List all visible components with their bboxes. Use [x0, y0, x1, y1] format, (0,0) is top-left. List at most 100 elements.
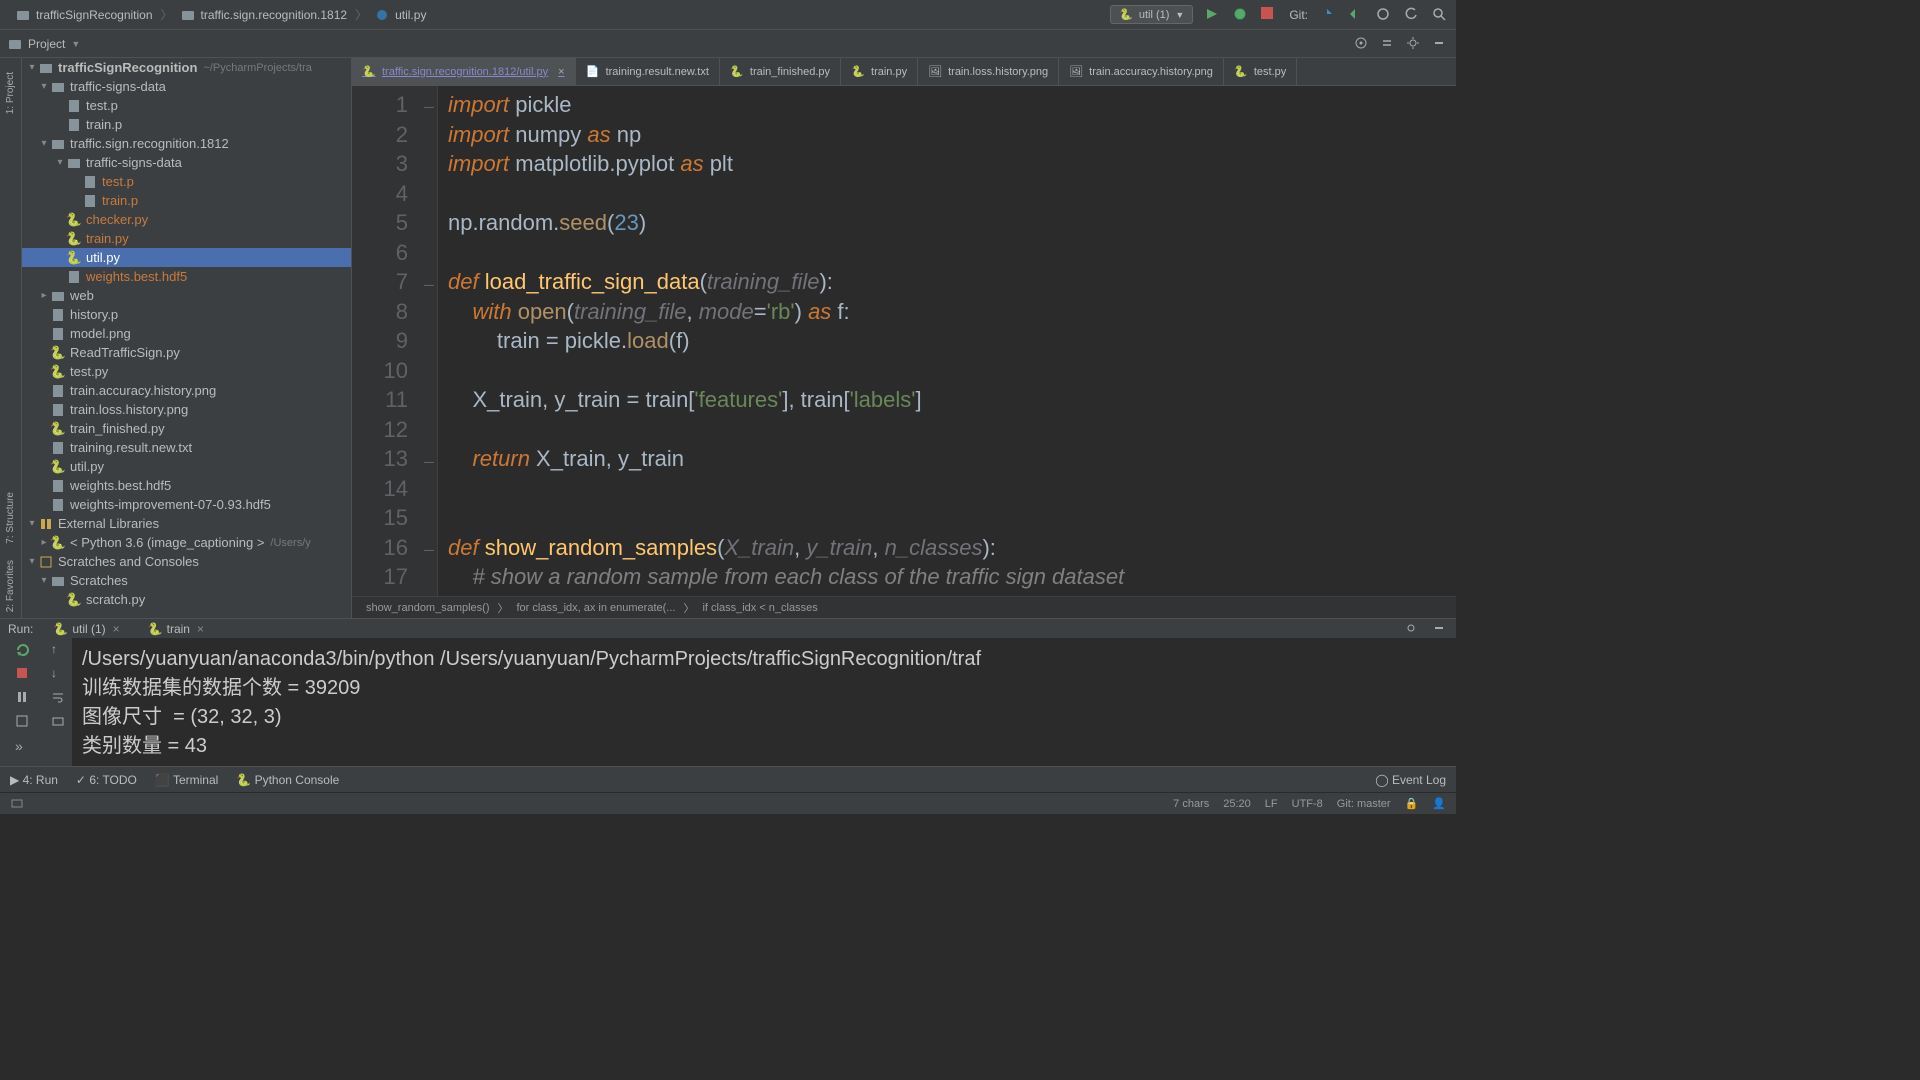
run-config-selector[interactable]: 🐍 util (1) ▼	[1110, 5, 1193, 24]
tree-item[interactable]: ▾traffic-signs-data	[22, 153, 351, 172]
history-icon[interactable]	[1376, 7, 1392, 23]
gear-icon[interactable]	[1404, 621, 1420, 637]
down-icon[interactable]: ↓	[51, 666, 69, 684]
status-lock-icon[interactable]: 🔒	[1405, 797, 1419, 810]
tree-item[interactable]: weights-improvement-07-0.93.hdf5	[22, 495, 351, 514]
editor-tab[interactable]: 🖼train.loss.history.png	[918, 58, 1059, 85]
fold-icon[interactable]: —	[424, 271, 434, 301]
tree-item[interactable]: test.p	[22, 172, 351, 191]
tree-item[interactable]: 🐍checker.py	[22, 210, 351, 229]
tree-scratch-file[interactable]: 🐍 scratch.py	[22, 590, 351, 609]
tree-item[interactable]: 🐍train_finished.py	[22, 419, 351, 438]
status-git-branch[interactable]: Git: master	[1337, 798, 1391, 810]
tree-item[interactable]: train.accuracy.history.png	[22, 381, 351, 400]
tree-scratches-folder[interactable]: ▾ Scratches	[22, 571, 351, 590]
breadcrumb-folder[interactable]: traffic.sign.recognition.1812	[173, 6, 356, 24]
fold-icon[interactable]: —	[424, 536, 434, 566]
project-view-selector[interactable]: Project ▼	[8, 37, 80, 51]
minimize-icon[interactable]	[1432, 36, 1448, 52]
tree-item[interactable]: weights.best.hdf5	[22, 267, 351, 286]
close-icon[interactable]: ×	[113, 622, 120, 636]
locate-icon[interactable]	[1354, 36, 1370, 52]
crumb-if[interactable]: if class_idx < n_classes	[702, 602, 817, 614]
tree-item[interactable]: 🐍util.py	[22, 248, 351, 267]
layout-icon[interactable]	[15, 714, 33, 732]
commit-icon[interactable]	[1348, 7, 1364, 23]
message-icon[interactable]	[10, 797, 24, 811]
pause-icon[interactable]	[15, 690, 33, 708]
tree-item[interactable]: 🐍ReadTrafficSign.py	[22, 343, 351, 362]
tree-scratches[interactable]: ▾ Scratches and Consoles	[22, 552, 351, 571]
run-tab-train[interactable]: 🐍 train ×	[140, 620, 212, 638]
tree-item[interactable]: training.result.new.txt	[22, 438, 351, 457]
event-log-button[interactable]: ◯ Event Log	[1375, 773, 1446, 787]
code-editor[interactable]: 123456789101112131415161718 — — — — impo…	[352, 86, 1456, 596]
minimize-icon[interactable]	[1432, 621, 1448, 637]
status-position[interactable]: 25:20	[1223, 798, 1251, 810]
update-icon[interactable]	[1320, 7, 1336, 23]
run-config-label: util (1)	[1139, 9, 1170, 21]
crumb-function[interactable]: show_random_samples()	[366, 602, 490, 614]
search-icon[interactable]	[1432, 7, 1448, 23]
status-inspector-icon[interactable]: 👤	[1432, 797, 1446, 810]
tree-item[interactable]: test.p	[22, 96, 351, 115]
more-icon[interactable]: »	[15, 738, 33, 756]
tool-tab-terminal[interactable]: ⬛ Terminal	[155, 773, 218, 787]
editor-tab[interactable]: 🐍traffic.sign.recognition.1812/util.py×	[352, 58, 576, 85]
tree-item[interactable]: train.loss.history.png	[22, 400, 351, 419]
close-icon[interactable]: ×	[558, 66, 564, 78]
run-icon[interactable]	[1205, 7, 1221, 23]
up-icon[interactable]: ↑	[51, 642, 69, 660]
wrap-icon[interactable]	[51, 690, 69, 708]
tree-item[interactable]: history.p	[22, 305, 351, 324]
status-encoding[interactable]: UTF-8	[1292, 798, 1323, 810]
tool-tab-todo[interactable]: ✓ 6: TODO	[76, 773, 137, 787]
fold-icon[interactable]: —	[424, 448, 434, 478]
status-line-sep[interactable]: LF	[1265, 798, 1278, 810]
tool-window-project[interactable]: 1: Project	[5, 66, 16, 120]
tool-window-favorites[interactable]: 2: Favorites	[5, 554, 16, 618]
tab-label: train_finished.py	[750, 66, 830, 78]
tree-item[interactable]: ▸web	[22, 286, 351, 305]
tree-root[interactable]: ▾ trafficSignRecognition ~/PycharmProjec…	[22, 58, 351, 77]
code-content[interactable]: import pickle import numpy as np import …	[438, 86, 1456, 596]
project-tree[interactable]: ▾ trafficSignRecognition ~/PycharmProjec…	[22, 58, 352, 618]
editor-tab[interactable]: 🐍train_finished.py	[720, 58, 841, 85]
tool-tab-run[interactable]: ▶ 4: Run	[10, 773, 58, 787]
crumb-for[interactable]: for class_idx, ax in enumerate(...	[517, 602, 676, 614]
revert-icon[interactable]	[1404, 7, 1420, 23]
close-icon[interactable]: ×	[197, 622, 204, 636]
tree-python-env[interactable]: ▸ 🐍 < Python 3.6 (image_captioning > /Us…	[22, 533, 351, 552]
print-icon[interactable]	[51, 714, 69, 732]
stop-icon[interactable]	[1261, 7, 1277, 23]
tree-item[interactable]: model.png	[22, 324, 351, 343]
breadcrumb-file[interactable]: util.py	[367, 6, 434, 24]
run-tab-util[interactable]: 🐍 util (1) ×	[45, 620, 127, 638]
tree-item[interactable]: weights.best.hdf5	[22, 476, 351, 495]
tree-item-label: util.py	[86, 250, 120, 265]
tree-item[interactable]: 🐍util.py	[22, 457, 351, 476]
tree-item[interactable]: ▾traffic.sign.recognition.1812	[22, 134, 351, 153]
fold-icon[interactable]: —	[424, 93, 434, 123]
stop-icon[interactable]	[15, 666, 33, 684]
tree-item[interactable]: ▾traffic-signs-data	[22, 77, 351, 96]
editor-tab[interactable]: 🖼train.accuracy.history.png	[1059, 58, 1224, 85]
tree-item[interactable]: train.p	[22, 191, 351, 210]
run-label: Run:	[8, 622, 33, 636]
tree-item[interactable]: 🐍train.py	[22, 229, 351, 248]
breadcrumb-project[interactable]: trafficSignRecognition	[8, 6, 161, 24]
rerun-icon[interactable]	[15, 642, 33, 660]
tab-label: train.accuracy.history.png	[1089, 66, 1213, 78]
gear-icon[interactable]	[1406, 36, 1422, 52]
tree-item[interactable]: 🐍test.py	[22, 362, 351, 381]
tree-ext-libs[interactable]: ▾ External Libraries	[22, 514, 351, 533]
collapse-icon[interactable]	[1380, 36, 1396, 52]
tree-item[interactable]: train.p	[22, 115, 351, 134]
tool-tab-python-console[interactable]: 🐍 Python Console	[236, 773, 339, 787]
tool-window-structure[interactable]: 7: Structure	[5, 486, 16, 550]
editor-tab[interactable]: 🐍test.py	[1224, 58, 1297, 85]
debug-icon[interactable]	[1233, 7, 1249, 23]
editor-tab[interactable]: 🐍train.py	[841, 58, 918, 85]
console-output[interactable]: /Users/yuanyuan/anaconda3/bin/python /Us…	[72, 638, 1456, 766]
editor-tab[interactable]: 📄training.result.new.txt	[576, 58, 720, 85]
